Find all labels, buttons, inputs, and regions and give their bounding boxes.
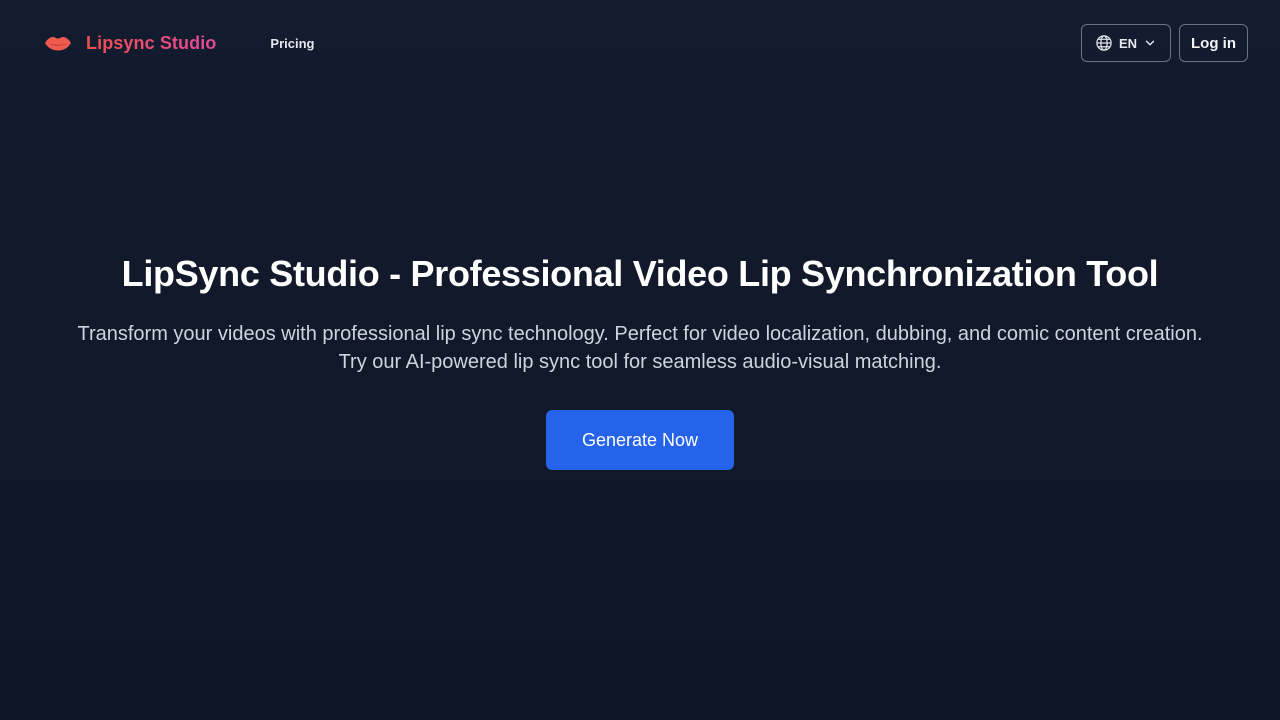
- brand-name: Lipsync Studio: [86, 32, 217, 53]
- language-selector[interactable]: EN: [1081, 24, 1171, 62]
- nav-link-pricing[interactable]: Pricing: [270, 36, 314, 51]
- header-actions: EN Log in: [1081, 24, 1248, 62]
- generate-now-button[interactable]: Generate Now: [546, 410, 734, 470]
- globe-icon: [1096, 35, 1112, 51]
- site-header: Lipsync Studio Pricing EN Log in: [0, 0, 1280, 86]
- hero-title: LipSync Studio - Professional Video Lip …: [121, 253, 1159, 294]
- hero-subtitle-line-2: Try our AI-powered lip sync tool for sea…: [338, 351, 942, 373]
- lips-icon: [45, 37, 71, 51]
- main-nav: Pricing: [270, 36, 314, 51]
- brand-logo-link[interactable]: Lipsync Studio: [44, 33, 216, 54]
- hero-subtitle: Transform your videos with professional …: [20, 320, 1260, 376]
- chevron-down-icon: [1145, 40, 1155, 46]
- login-button[interactable]: Log in: [1179, 24, 1248, 62]
- language-selected: EN: [1118, 35, 1138, 51]
- hero-section: LipSync Studio - Professional Video Lip …: [0, 250, 1280, 470]
- hero-subtitle-line-1: Transform your videos with professional …: [77, 323, 1203, 345]
